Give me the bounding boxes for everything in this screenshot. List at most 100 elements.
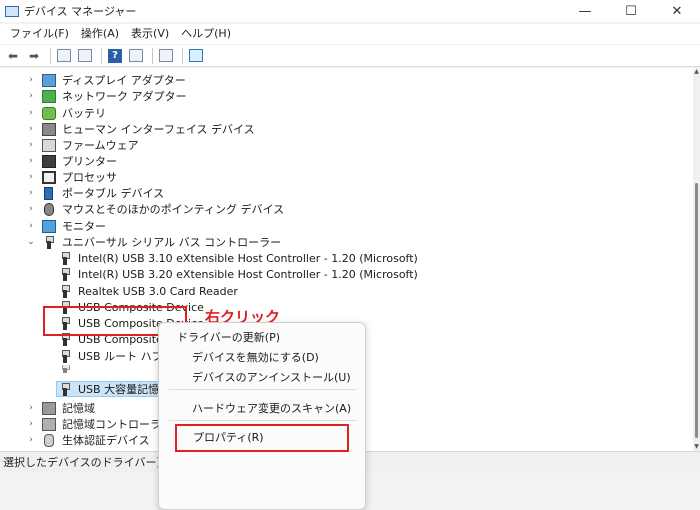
usb-child-item[interactable]: Intel(R) USB 3.20 eXtensible Host Contro… [58, 266, 418, 282]
tree-item-label: プリンター [62, 155, 117, 168]
scroll-down-icon[interactable]: ▼ [693, 443, 700, 451]
chevron-right-icon[interactable]: › [26, 204, 36, 214]
device-manager-icon [4, 4, 19, 18]
chevron-right-icon[interactable]: › [26, 435, 36, 445]
chevron-right-icon[interactable]: › [26, 75, 36, 85]
chevron-down-icon[interactable]: ⌄ [26, 237, 36, 247]
toolbar-separator [152, 47, 153, 64]
tree-item-label: マウスとそのほかのポインティング デバイス [62, 203, 285, 216]
usb-controller-icon [45, 235, 54, 249]
highlight-box-properties [175, 424, 349, 452]
processor-icon [42, 170, 56, 184]
tree-item-label: 記憶域 [62, 402, 95, 415]
context-menu: ドライバーの更新(P) デバイスを無効にする(D) デバイスのアンインストール(… [158, 322, 366, 510]
tree-item[interactable]: › バッテリ [26, 105, 106, 121]
chevron-right-icon[interactable]: › [26, 419, 36, 429]
tree-item[interactable]: › 生体認証デバイス [26, 432, 150, 448]
back-arrow-icon[interactable]: ⬅ [4, 47, 22, 65]
tree-item[interactable]: › ポータブル デバイス [26, 185, 164, 201]
menu-file[interactable]: ファイル(F) [4, 24, 75, 44]
chevron-right-icon[interactable]: › [26, 156, 36, 166]
tree-item-label: 記憶域コントローラー [62, 418, 172, 431]
menu-update-driver[interactable]: ドライバーの更新(P) [177, 329, 280, 345]
menu-separator [169, 389, 357, 390]
update-driver-icon[interactable] [157, 47, 175, 65]
tree-item-label: ディスプレイ アダプター [62, 74, 186, 87]
display-adapter-icon [42, 73, 56, 87]
view-icon[interactable] [127, 47, 145, 65]
usb-device-icon [61, 349, 70, 363]
chevron-right-icon[interactable]: › [26, 172, 36, 182]
close-button[interactable]: ✕ [654, 0, 700, 22]
menu-bar: ファイル(F) 操作(A) 表示(V) ヘルプ(H) [0, 24, 700, 44]
network-adapter-icon [42, 89, 56, 103]
maximize-button[interactable]: ☐ [608, 0, 654, 22]
usb-child-item-hidden [58, 365, 78, 373]
menu-help[interactable]: ヘルプ(H) [175, 24, 237, 44]
scan-hardware-icon[interactable] [187, 47, 205, 65]
toolbar-separator [50, 47, 51, 64]
printer-icon [42, 154, 56, 168]
title-bar: デバイス マネージャー — ☐ ✕ [0, 0, 700, 22]
tree-item-expanded[interactable]: ⌄ ユニバーサル シリアル バス コントローラー [26, 234, 281, 250]
tree-item[interactable]: › マウスとそのほかのポインティング デバイス [26, 201, 284, 217]
usb-child-label: Intel(R) USB 3.20 eXtensible Host Contro… [78, 267, 418, 281]
tree-item-label: ファームウェア [62, 139, 139, 152]
menu-scan-hardware[interactable]: ハードウェア変更のスキャン(A) [192, 400, 351, 416]
properties-icon[interactable] [76, 47, 94, 65]
usb-child-label: Intel(R) USB 3.10 eXtensible Host Contro… [78, 251, 418, 265]
toolbar-separator [182, 47, 183, 64]
chevron-right-icon[interactable]: › [26, 403, 36, 413]
scrollbar-thumb[interactable] [695, 183, 698, 438]
chevron-right-icon[interactable]: › [26, 140, 36, 150]
tree-item-label: モニター [62, 220, 106, 233]
tree-item-label: ヒューマン インターフェイス デバイス [62, 123, 255, 136]
tree-item[interactable]: › モニター [26, 218, 106, 234]
tree-item-label: プロセッサ [62, 171, 117, 184]
toolbar-separator [101, 47, 102, 64]
tree-item[interactable]: › 記憶域 [26, 400, 95, 416]
help-icon[interactable]: ? [106, 47, 124, 65]
monitor-icon [42, 219, 56, 233]
menu-uninstall-device[interactable]: デバイスのアンインストール(U) [192, 369, 351, 385]
menu-disable-device[interactable]: デバイスを無効にする(D) [192, 349, 319, 365]
window-title: デバイス マネージャー [24, 5, 137, 18]
vertical-scrollbar[interactable]: ▲ ▼ [693, 68, 700, 451]
usb-device-icon [61, 251, 70, 265]
chevron-right-icon[interactable]: › [26, 188, 36, 198]
tree-item-label: ポータブル デバイス [62, 187, 165, 200]
tree-item[interactable]: › プロセッサ [26, 169, 117, 185]
tree-item-label: バッテリ [62, 107, 106, 120]
show-hide-tree-icon[interactable] [55, 47, 73, 65]
tree-item-label: ユニバーサル シリアル バス コントローラー [62, 236, 282, 249]
tree-item-label: ネットワーク アダプター [62, 90, 187, 103]
usb-child-item[interactable]: Intel(R) USB 3.10 eXtensible Host Contro… [58, 250, 418, 266]
tree-item[interactable]: › ファームウェア [26, 137, 139, 153]
chevron-right-icon[interactable]: › [26, 221, 36, 231]
menu-action[interactable]: 操作(A) [75, 24, 125, 44]
tree-item[interactable]: › ヒューマン インターフェイス デバイス [26, 121, 255, 137]
tree-item[interactable]: › ネットワーク アダプター [26, 88, 187, 104]
scroll-up-icon[interactable]: ▲ [693, 68, 700, 76]
chevron-right-icon[interactable]: › [26, 108, 36, 118]
minimize-button[interactable]: — [562, 0, 608, 22]
tree-item[interactable]: › 記憶域コントローラー [26, 416, 172, 432]
chevron-right-icon[interactable]: › [26, 91, 36, 101]
usb-device-icon [61, 267, 70, 281]
menu-view[interactable]: 表示(V) [125, 24, 175, 44]
firmware-icon [42, 138, 56, 152]
usb-device-icon [61, 382, 70, 396]
usb-device-icon [61, 365, 70, 373]
hid-icon [42, 122, 56, 136]
storage-controller-icon [42, 417, 56, 431]
tree-item[interactable]: › ディスプレイ アダプター [26, 72, 186, 88]
usb-device-icon [61, 284, 70, 298]
window-controls: — ☐ ✕ [562, 0, 700, 22]
chevron-right-icon[interactable]: › [26, 124, 36, 134]
tree-item-label: 生体認証デバイス [62, 434, 150, 447]
mouse-icon [44, 202, 54, 216]
tree-item[interactable]: › プリンター [26, 153, 117, 169]
menu-separator [169, 420, 357, 421]
forward-arrow-icon[interactable]: ➡ [25, 47, 43, 65]
usb-child-item[interactable]: Realtek USB 3.0 Card Reader [58, 283, 238, 299]
